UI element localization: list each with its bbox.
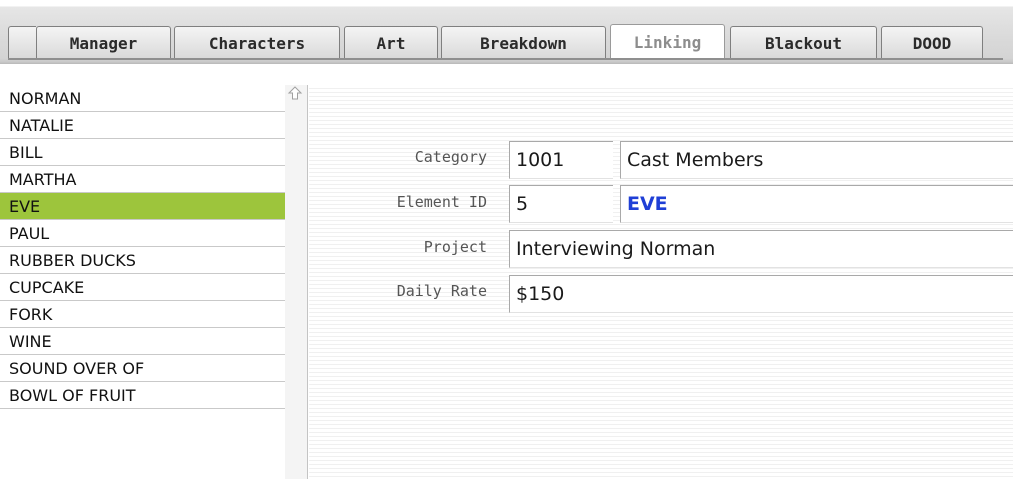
list-item[interactable]: MARTHA (0, 166, 285, 193)
list-item[interactable]: NATALIE (0, 112, 285, 139)
list-item[interactable]: BOWL OF FRUIT (0, 382, 285, 409)
list-scrollbar[interactable] (285, 85, 308, 479)
daily-rate-field[interactable]: $150 (509, 275, 1013, 313)
list-item[interactable]: PAUL (0, 220, 285, 247)
element-list[interactable]: NORMAN NATALIE BILL MARTHA EVE PAUL RUBB… (0, 85, 286, 479)
tab-manager[interactable]: Manager (36, 26, 171, 59)
daily-rate-label: Daily Rate (396, 282, 487, 300)
element-id-field[interactable]: 5 (509, 185, 613, 223)
tab-linking[interactable]: Linking (610, 24, 725, 60)
tab-breakdown[interactable]: Breakdown (441, 26, 606, 59)
list-item-selected[interactable]: EVE (0, 193, 285, 220)
detail-panel: Category 1001 Cast Members Element ID 5 … (309, 85, 1013, 479)
list-item[interactable]: BILL (0, 139, 285, 166)
list-item[interactable]: WINE (0, 328, 285, 355)
tab-bar: Manager Characters Art Breakdown Linking… (0, 0, 1013, 64)
project-field[interactable]: Interviewing Norman (509, 230, 1013, 268)
tab-art[interactable]: Art (344, 26, 438, 59)
element-id-label: Element ID (396, 193, 487, 211)
category-name-field[interactable]: Cast Members (620, 141, 1013, 179)
tab-bar-left-cap (8, 26, 36, 59)
tab-blackout[interactable]: Blackout (730, 26, 877, 59)
scroll-up-arrow-icon[interactable] (287, 85, 303, 101)
tab-dood[interactable]: DOOD (881, 26, 983, 59)
project-label: Project (423, 238, 487, 256)
category-label: Category (414, 148, 487, 166)
tab-characters[interactable]: Characters (174, 26, 340, 59)
list-item[interactable]: CUPCAKE (0, 274, 285, 301)
tab-baseline (8, 58, 1003, 60)
list-item[interactable]: NORMAN (0, 85, 285, 112)
list-item[interactable]: FORK (0, 301, 285, 328)
list-item[interactable]: RUBBER DUCKS (0, 247, 285, 274)
element-name-field[interactable]: EVE (620, 185, 1013, 223)
category-id-field[interactable]: 1001 (509, 141, 613, 179)
list-item[interactable]: SOUND OVER OF (0, 355, 285, 382)
